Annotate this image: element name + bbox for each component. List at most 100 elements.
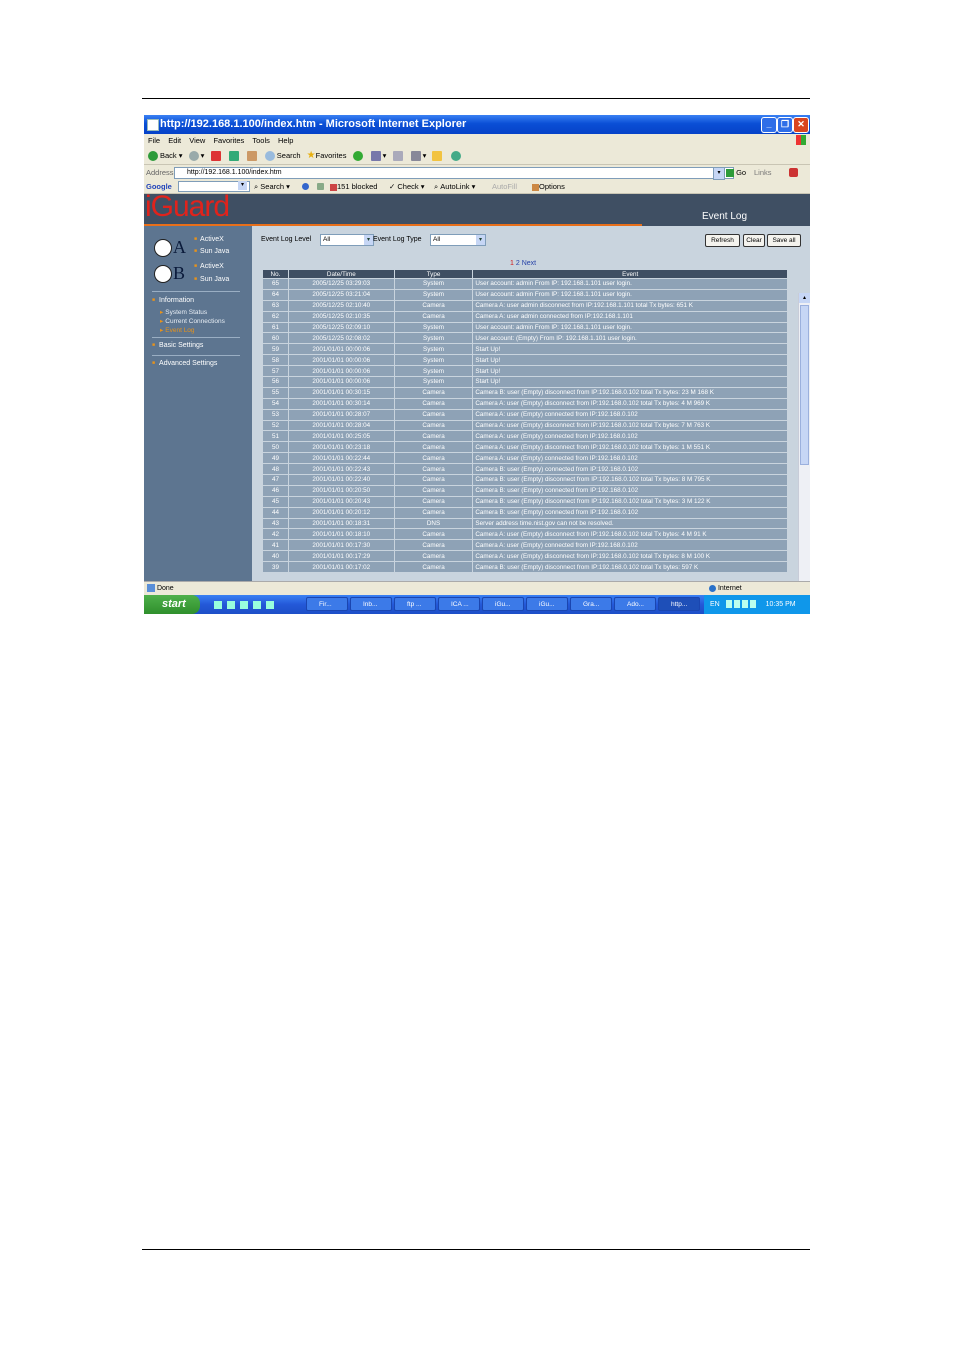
sidebar-item-advanced-settings[interactable]: Advanced Settings <box>152 360 217 367</box>
refresh-page-button[interactable] <box>228 147 241 164</box>
taskbar-item-graphics[interactable]: Gra... <box>570 597 612 611</box>
camera-a-sunjava-link[interactable]: Sun Java <box>194 248 229 255</box>
cell-datetime: 2001/01/01 00:00:06 <box>287 354 395 367</box>
page-1-link[interactable]: 1 <box>510 260 514 267</box>
menu-file[interactable]: File <box>148 134 160 147</box>
table-row: 63 2005/12/25 02:10:40 Camera Camera A: use… <box>262 299 788 312</box>
status-text: Done <box>156 585 174 592</box>
sidebar-item-basic-settings[interactable]: Basic Settings <box>152 342 203 349</box>
menu-help[interactable]: Help <box>278 134 293 147</box>
ie-addon-icon[interactable] <box>789 168 798 177</box>
forward-button[interactable]: ▾ <box>188 147 204 164</box>
camera-b-sunjava-link[interactable]: Sun Java <box>194 276 229 283</box>
cell-no: 45 <box>262 495 289 508</box>
pagination: 1 2 Next <box>510 260 536 267</box>
home-button[interactable] <box>246 147 259 164</box>
vertical-scrollbar[interactable]: ▴ <box>798 293 810 614</box>
spell-check-button[interactable]: ✓ Check ▾ <box>389 180 425 193</box>
stop-button[interactable] <box>210 147 223 164</box>
clear-button[interactable]: Clear <box>743 234 765 247</box>
google-news-icon[interactable] <box>302 183 309 190</box>
back-button[interactable]: Back ▾ <box>148 147 183 164</box>
cell-event: Start Up! <box>472 365 788 378</box>
search-icon <box>264 151 275 162</box>
tray-icons[interactable] <box>725 600 758 609</box>
table-row: 56 2001/01/01 00:00:06 System Start Up! <box>262 376 788 388</box>
folder-button[interactable] <box>432 147 444 164</box>
scroll-thumb[interactable] <box>800 305 809 465</box>
cell-no: 56 <box>262 376 289 388</box>
taskbar-item-ica[interactable]: ICA ... <box>438 597 480 611</box>
scroll-up-button[interactable]: ▴ <box>799 293 810 303</box>
taskbar-item-firefox[interactable]: Fir... <box>306 597 348 611</box>
mail-button[interactable]: ▾ <box>370 147 386 164</box>
camera-b-activex-link[interactable]: ActiveX <box>194 263 224 270</box>
search-button[interactable]: Search <box>264 147 301 164</box>
links-label[interactable]: Links <box>754 165 772 180</box>
taskbar-item-adobe[interactable]: Ado... <box>614 597 656 611</box>
cell-event: Server address time.nist.gov can not be … <box>472 517 788 530</box>
table-row: 52 2001/01/01 00:28:04 Camera Camera A: use… <box>262 419 788 432</box>
taskbar-item-http[interactable]: http... <box>658 597 700 611</box>
refresh-button[interactable]: Refresh <box>705 234 740 247</box>
internet-globe-icon <box>709 584 716 592</box>
next-page-link[interactable]: Next <box>522 260 536 267</box>
sidebar-item-event-log[interactable]: Event Log <box>160 326 194 334</box>
menu-view[interactable]: View <box>189 134 205 147</box>
cell-no: 44 <box>262 506 289 519</box>
event-log-level-select[interactable]: All ▾ <box>320 234 374 246</box>
back-arrow-icon <box>148 151 158 162</box>
messenger-button[interactable] <box>450 147 463 164</box>
cell-no: 48 <box>262 463 289 476</box>
media-button[interactable] <box>352 147 365 164</box>
language-indicator[interactable]: EN <box>710 601 720 608</box>
start-button[interactable]: start <box>144 595 200 614</box>
cell-event: Camera A: user (Empty) disconnect from I… <box>472 550 788 563</box>
go-arrow-icon <box>726 169 734 178</box>
page-rank-icon[interactable] <box>317 183 324 190</box>
window-titlebar[interactable]: http://192.168.1.100/index.htm - Microso… <box>144 115 810 134</box>
table-row: 39 2001/01/01 00:17:02 Camera Camera B: use… <box>262 561 788 574</box>
page-2-link[interactable]: 2 <box>516 260 520 267</box>
taskbar-item-iguard-2[interactable]: iGu... <box>526 597 568 611</box>
maximize-button[interactable]: ❐ <box>777 117 793 133</box>
taskbar-item-ftp[interactable]: ftp ... <box>394 597 436 611</box>
address-input[interactable]: http://192.168.1.100/index.htm <box>174 167 734 179</box>
blocked-icon <box>330 183 337 191</box>
go-button[interactable]: Go <box>726 165 746 180</box>
popup-blocker-button[interactable]: 151 blocked <box>330 180 377 193</box>
print-button[interactable] <box>392 147 405 164</box>
options-button[interactable]: Options <box>532 180 565 193</box>
menu-edit[interactable]: Edit <box>168 134 181 147</box>
minimize-button[interactable]: _ <box>761 117 777 133</box>
table-row: 45 2001/01/01 00:20:43 Camera Camera B: use… <box>262 495 788 508</box>
cell-datetime: 2005/12/25 02:10:40 <box>287 299 395 312</box>
favorites-button[interactable]: ★Favorites <box>307 147 347 164</box>
google-dropdown-icon[interactable]: ▾ <box>238 181 247 190</box>
event-log-type-select[interactable]: All ▾ <box>430 234 486 246</box>
cell-no: 41 <box>262 539 289 552</box>
cell-event: Start Up! <box>472 343 788 356</box>
save-all-button[interactable]: Save all <box>767 234 801 247</box>
taskbar-item-inbox[interactable]: Inb... <box>350 597 392 611</box>
cell-type: System <box>393 365 474 378</box>
address-dropdown-icon[interactable]: ▾ <box>713 167 725 180</box>
camera-a-activex-link[interactable]: ActiveX <box>194 236 224 243</box>
menu-favorites[interactable]: Favorites <box>213 134 244 147</box>
autolink-button[interactable]: ⌕ AutoLink ▾ <box>434 180 475 193</box>
google-toolbar: Google ▾ ⌕ Search ▾ 151 blocked ✓ Check … <box>144 180 810 194</box>
google-search-button[interactable]: ⌕ Search ▾ <box>254 180 290 193</box>
edit-button[interactable]: ▾ <box>410 147 426 164</box>
event-log-type-label: Event Log Type <box>373 236 422 243</box>
taskbar-item-iguard-1[interactable]: iGu... <box>482 597 524 611</box>
sidebar-item-information[interactable]: Information <box>152 297 194 304</box>
menu-tools[interactable]: Tools <box>252 134 270 147</box>
cell-event: Camera A: user (Empty) connected from IP… <box>472 452 788 465</box>
close-button[interactable]: ✕ <box>793 117 809 133</box>
bottom-rule <box>142 1249 810 1250</box>
sidebar-item-current-connections[interactable]: Current Connections <box>160 317 225 325</box>
autofill-button[interactable]: AutoFill <box>492 180 517 193</box>
sidebar-item-system-status[interactable]: System Status <box>160 308 207 316</box>
quick-launch-icons[interactable] <box>214 601 274 609</box>
print-icon <box>392 151 403 162</box>
